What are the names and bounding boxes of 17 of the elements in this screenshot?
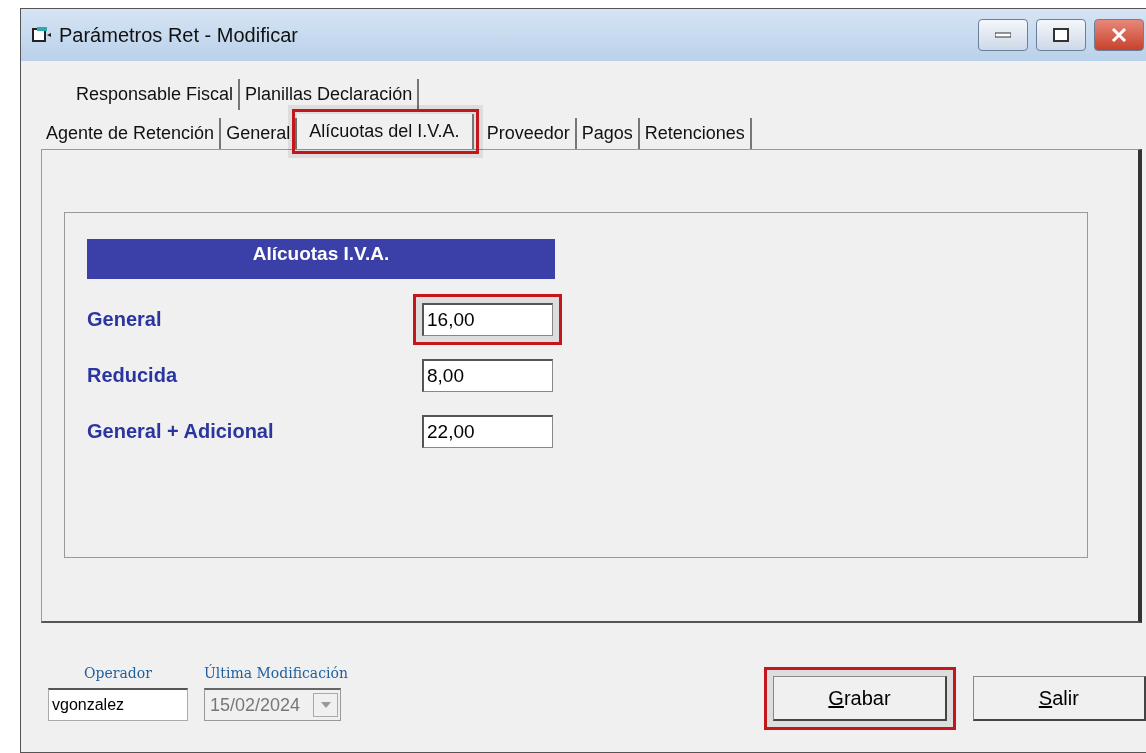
group-header: Alícuotas I.V.A. <box>87 239 555 279</box>
field-label: Última Modificación <box>204 663 348 683</box>
tab[interactable]: Responsable Fiscal <box>71 79 241 110</box>
date-dropdown[interactable]: 15/02/2024 <box>204 688 341 721</box>
input-field[interactable]: 22,00 <box>422 414 553 448</box>
window-title: Parámetros Ret - Modificar <box>59 23 298 48</box>
field-label: Operador <box>83 664 153 683</box>
tab[interactable]: Proveedor <box>481 118 577 149</box>
tab[interactable]: Retenciones <box>639 118 752 149</box>
input-field[interactable]: vgonzalez <box>48 688 188 721</box>
input-field[interactable]: 8,00 <box>422 358 553 392</box>
tab[interactable]: Agente de Retención <box>41 118 222 149</box>
field-label: Reducida <box>87 363 179 388</box>
field-label: General + Adicional <box>87 419 275 444</box>
push-button[interactable]: Salir <box>972 676 1146 721</box>
field-label: General <box>87 307 163 332</box>
tab[interactable]: Pagos <box>576 118 640 149</box>
